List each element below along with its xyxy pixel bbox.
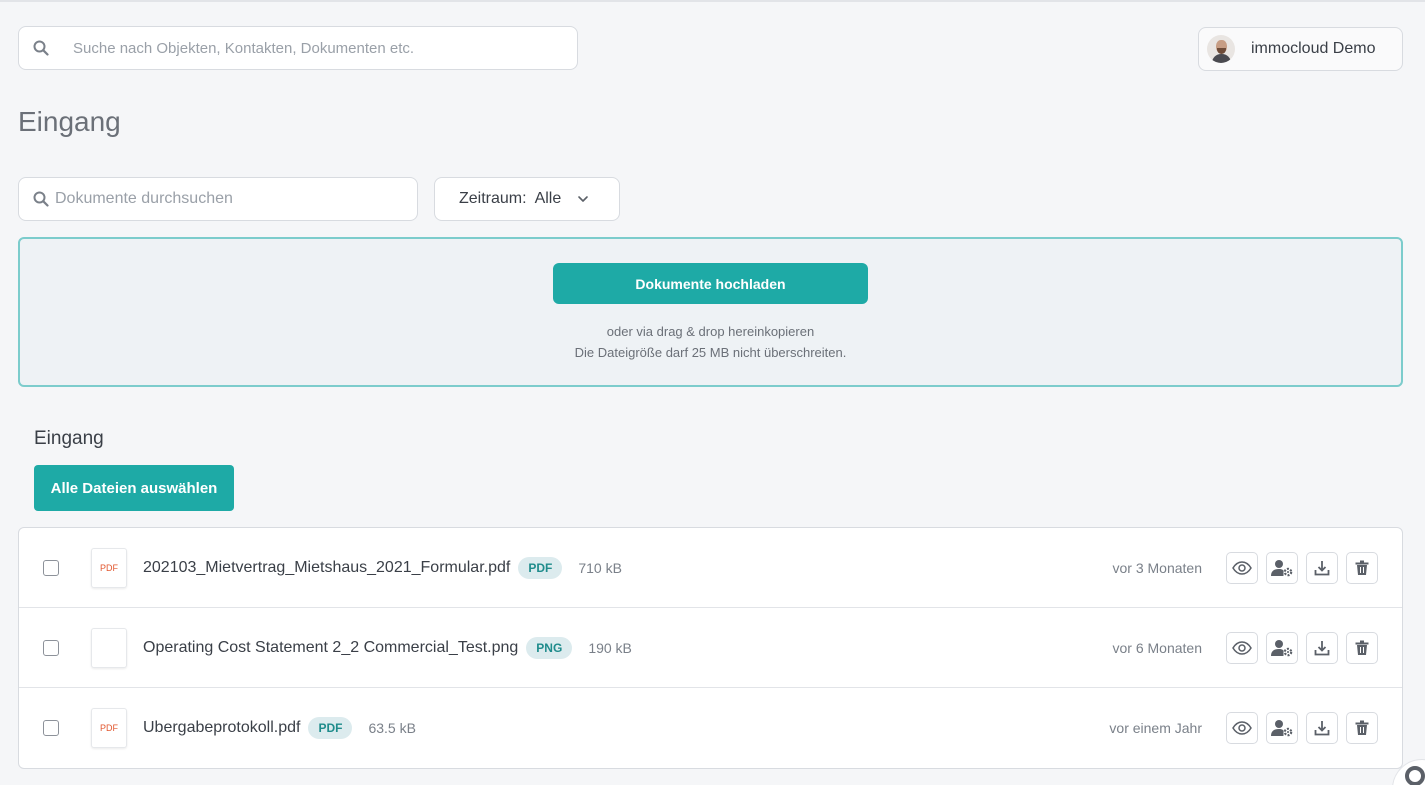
file-size-hint: Die Dateigröße darf 25 MB nicht überschr… <box>574 345 847 360</box>
file-checkbox[interactable] <box>43 720 59 736</box>
period-filter-dropdown[interactable]: Zeitraum: Alle <box>434 177 620 221</box>
file-name[interactable]: Operating Cost Statement 2_2 Commercial_… <box>143 639 518 657</box>
user-name: immocloud Demo <box>1251 40 1376 57</box>
download-icon <box>1314 640 1330 656</box>
trash-icon <box>1355 640 1369 656</box>
share-permissions-button[interactable] <box>1266 631 1298 664</box>
file-list: PDF 202103_Mietvertrag_Mietshaus_2021_Fo… <box>18 527 1403 769</box>
file-type-badge: PDF <box>518 556 563 579</box>
file-row: PDF Ubergabeprotokoll.pdf PDF 63.5 kB vo… <box>19 688 1402 768</box>
pdf-thumbnail[interactable]: PDF <box>91 708 127 748</box>
file-checkbox[interactable] <box>43 639 59 656</box>
file-row: Operating Cost Statement 2_2 Commercial_… <box>19 608 1402 688</box>
chat-icon <box>1405 766 1425 785</box>
view-button[interactable] <box>1226 551 1258 584</box>
view-button[interactable] <box>1226 631 1258 664</box>
file-size: 190 kB <box>588 639 632 656</box>
trash-icon <box>1355 560 1369 576</box>
page-title: Eingang <box>18 106 121 137</box>
user-settings-icon <box>1271 639 1293 657</box>
share-permissions-button[interactable] <box>1266 712 1298 744</box>
user-settings-icon <box>1271 719 1293 737</box>
pdf-thumbnail[interactable]: PDF <box>91 547 127 588</box>
period-filter-label: Zeitraum: <box>459 190 527 207</box>
file-type-badge: PNG <box>526 636 573 659</box>
delete-button[interactable] <box>1346 551 1378 584</box>
delete-button[interactable] <box>1346 712 1378 744</box>
download-button[interactable] <box>1306 631 1338 664</box>
file-date: vor 3 Monaten <box>1112 559 1203 576</box>
global-search-input[interactable] <box>63 39 577 57</box>
file-name[interactable]: 202103_Mietvertrag_Mietshaus_2021_Formul… <box>143 559 510 577</box>
file-date: vor 6 Monaten <box>1112 639 1203 656</box>
file-date: vor einem Jahr <box>1109 720 1202 736</box>
file-size: 710 kB <box>578 559 622 576</box>
trash-icon <box>1355 720 1369 736</box>
user-menu-button[interactable]: immocloud Demo <box>1198 27 1403 71</box>
file-name[interactable]: Ubergabeprotokoll.pdf <box>143 719 300 737</box>
file-type-badge: PDF <box>308 717 353 739</box>
period-filter-value: Alle <box>534 190 562 207</box>
eye-icon <box>1232 721 1252 735</box>
search-icon <box>19 40 63 56</box>
download-icon <box>1314 560 1330 576</box>
section-title: Eingang <box>34 428 104 449</box>
download-icon <box>1314 720 1330 736</box>
document-search-input[interactable] <box>49 190 417 208</box>
download-button[interactable] <box>1306 551 1338 584</box>
user-settings-icon <box>1271 559 1293 577</box>
file-checkbox[interactable] <box>43 559 59 576</box>
document-search-bar[interactable] <box>18 177 418 221</box>
file-row: PDF 202103_Mietvertrag_Mietshaus_2021_Fo… <box>19 528 1402 608</box>
global-search-bar[interactable] <box>18 26 578 70</box>
share-permissions-button[interactable] <box>1266 551 1298 584</box>
eye-icon <box>1232 640 1252 655</box>
upload-documents-button[interactable]: Dokumente hochladen <box>553 263 868 304</box>
delete-button[interactable] <box>1346 631 1378 664</box>
chevron-down-icon <box>577 195 589 203</box>
select-all-files-button[interactable]: Alle Dateien auswählen <box>34 465 234 511</box>
eye-icon <box>1232 560 1252 575</box>
download-button[interactable] <box>1306 712 1338 744</box>
upload-dropzone[interactable]: Dokumente hochladen oder via drag & drop… <box>18 237 1403 387</box>
image-thumbnail[interactable] <box>91 627 127 668</box>
file-size: 63.5 kB <box>368 720 416 736</box>
avatar <box>1207 35 1235 63</box>
dropzone-hint: oder via drag & drop hereinkopieren <box>606 324 815 339</box>
view-button[interactable] <box>1226 712 1258 744</box>
search-icon <box>33 191 49 207</box>
